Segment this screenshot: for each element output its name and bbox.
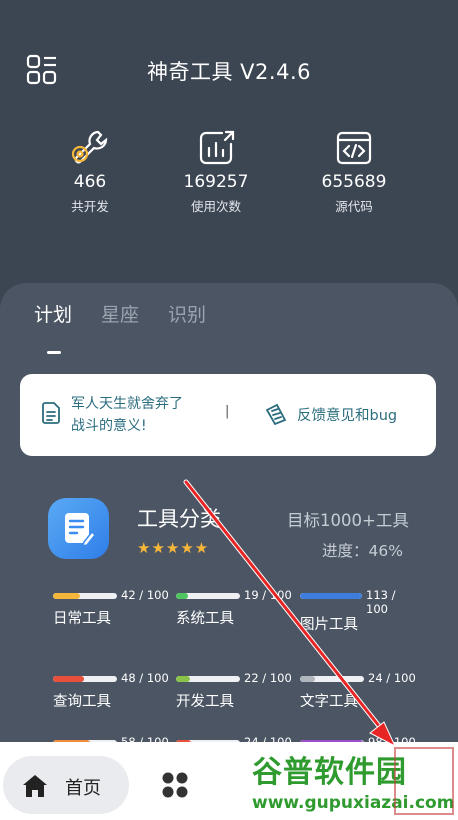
tool-name: 查询工具	[53, 694, 111, 710]
nav-home-label: 首页	[65, 778, 101, 799]
tool-progress-fill	[176, 676, 190, 682]
tool-count: 22 / 100	[244, 671, 292, 685]
tool-progress-fill	[300, 676, 315, 682]
tool-progress-bar	[53, 593, 117, 599]
feedback-link[interactable]: 反馈意见和bug	[297, 404, 397, 425]
feedback-icon	[265, 403, 287, 426]
active-tab-indicator	[47, 351, 61, 354]
tool-progress-fill	[300, 593, 362, 599]
document-icon	[42, 402, 60, 424]
divider: |	[225, 404, 230, 419]
tool-category-item[interactable]: 113 / 100 图片工具	[300, 588, 420, 633]
apps-grid-icon	[162, 772, 188, 798]
wrench-gear-icon	[71, 130, 108, 164]
stat-source[interactable]: 655689 源代码	[294, 128, 414, 215]
tool-name: 文字工具	[300, 694, 358, 710]
tool-progress-fill	[53, 593, 80, 599]
nav-home[interactable]: 首页	[3, 756, 129, 814]
stats-row: 466 共开发 169257 使用次数 655689 源代码	[0, 128, 458, 223]
home-icon	[23, 775, 47, 797]
tool-name: 系统工具	[176, 611, 234, 627]
stat-value: 655689	[321, 172, 387, 192]
watermark-logo: 谷普软件园 www.gupuxiazai.com	[248, 745, 458, 820]
stat-label: 共开发	[71, 199, 109, 214]
tool-name: 日常工具	[53, 611, 111, 627]
tool-count: 113 / 100	[366, 588, 396, 616]
tab-plan[interactable]: 计划	[34, 300, 72, 327]
watermark-title: 谷普软件园	[252, 755, 407, 790]
tool-name: 图片工具	[300, 617, 358, 633]
quote-line: 军人天生就舍弃了	[71, 396, 183, 412]
chart-icon	[199, 130, 235, 165]
tool-progress-bar	[53, 676, 117, 682]
code-window-icon	[336, 131, 372, 165]
watermark-highlight-box	[394, 747, 454, 815]
tool-category-item[interactable]: 48 / 100 查询工具	[53, 671, 173, 716]
stat-value: 169257	[183, 172, 249, 192]
tool-count: 48 / 100	[121, 671, 169, 685]
tool-count: 42 / 100	[121, 588, 169, 602]
main-panel: 计划 星座 识别 军人天生就舍弃了 战斗的意义! | 反馈意见和bug 工具分类…	[0, 283, 458, 749]
tool-count: 19 / 100	[244, 588, 292, 602]
quote-line: 战斗的意义!	[71, 418, 147, 434]
tool-name: 开发工具	[176, 694, 234, 710]
tab-recognize[interactable]: 识别	[168, 300, 206, 327]
goal-text: 目标1000+工具	[287, 511, 409, 530]
nav-apps[interactable]	[160, 770, 190, 800]
notice-card: 军人天生就舍弃了 战斗的意义! | 反馈意见和bug	[20, 374, 436, 456]
stat-value: 466	[73, 172, 107, 192]
tool-count: 24 / 100	[368, 671, 416, 685]
tool-category-item[interactable]: 22 / 100 开发工具	[176, 671, 296, 716]
quote-text: 军人天生就舍弃了 战斗的意义!	[71, 393, 231, 437]
stat-label: 使用次数	[190, 199, 241, 214]
tool-progress-bar	[300, 593, 362, 599]
rating-stars: ★★★★★	[137, 539, 210, 557]
stat-developed[interactable]: 466 共开发	[30, 128, 150, 215]
tab-constellation[interactable]: 星座	[101, 300, 139, 327]
tool-progress-bar	[176, 593, 240, 599]
category-title: 工具分类	[137, 507, 221, 531]
tool-progress-fill	[53, 676, 84, 682]
stat-usage[interactable]: 169257 使用次数	[156, 128, 276, 215]
tool-progress-bar	[176, 676, 240, 682]
category-icon	[48, 498, 109, 559]
note-edit-icon	[65, 513, 97, 548]
progress-text: 进度：46%	[322, 542, 403, 560]
tool-category-item[interactable]: 24 / 100 文字工具	[300, 671, 420, 716]
tool-category-item[interactable]: 19 / 100 系统工具	[176, 588, 296, 633]
tool-progress-fill	[176, 593, 188, 599]
tool-category-item[interactable]: 42 / 100 日常工具	[53, 588, 173, 633]
tool-progress-bar	[300, 676, 364, 682]
stat-label: 源代码	[335, 199, 373, 214]
app-title: 神奇工具 V2.4.6	[147, 60, 311, 84]
